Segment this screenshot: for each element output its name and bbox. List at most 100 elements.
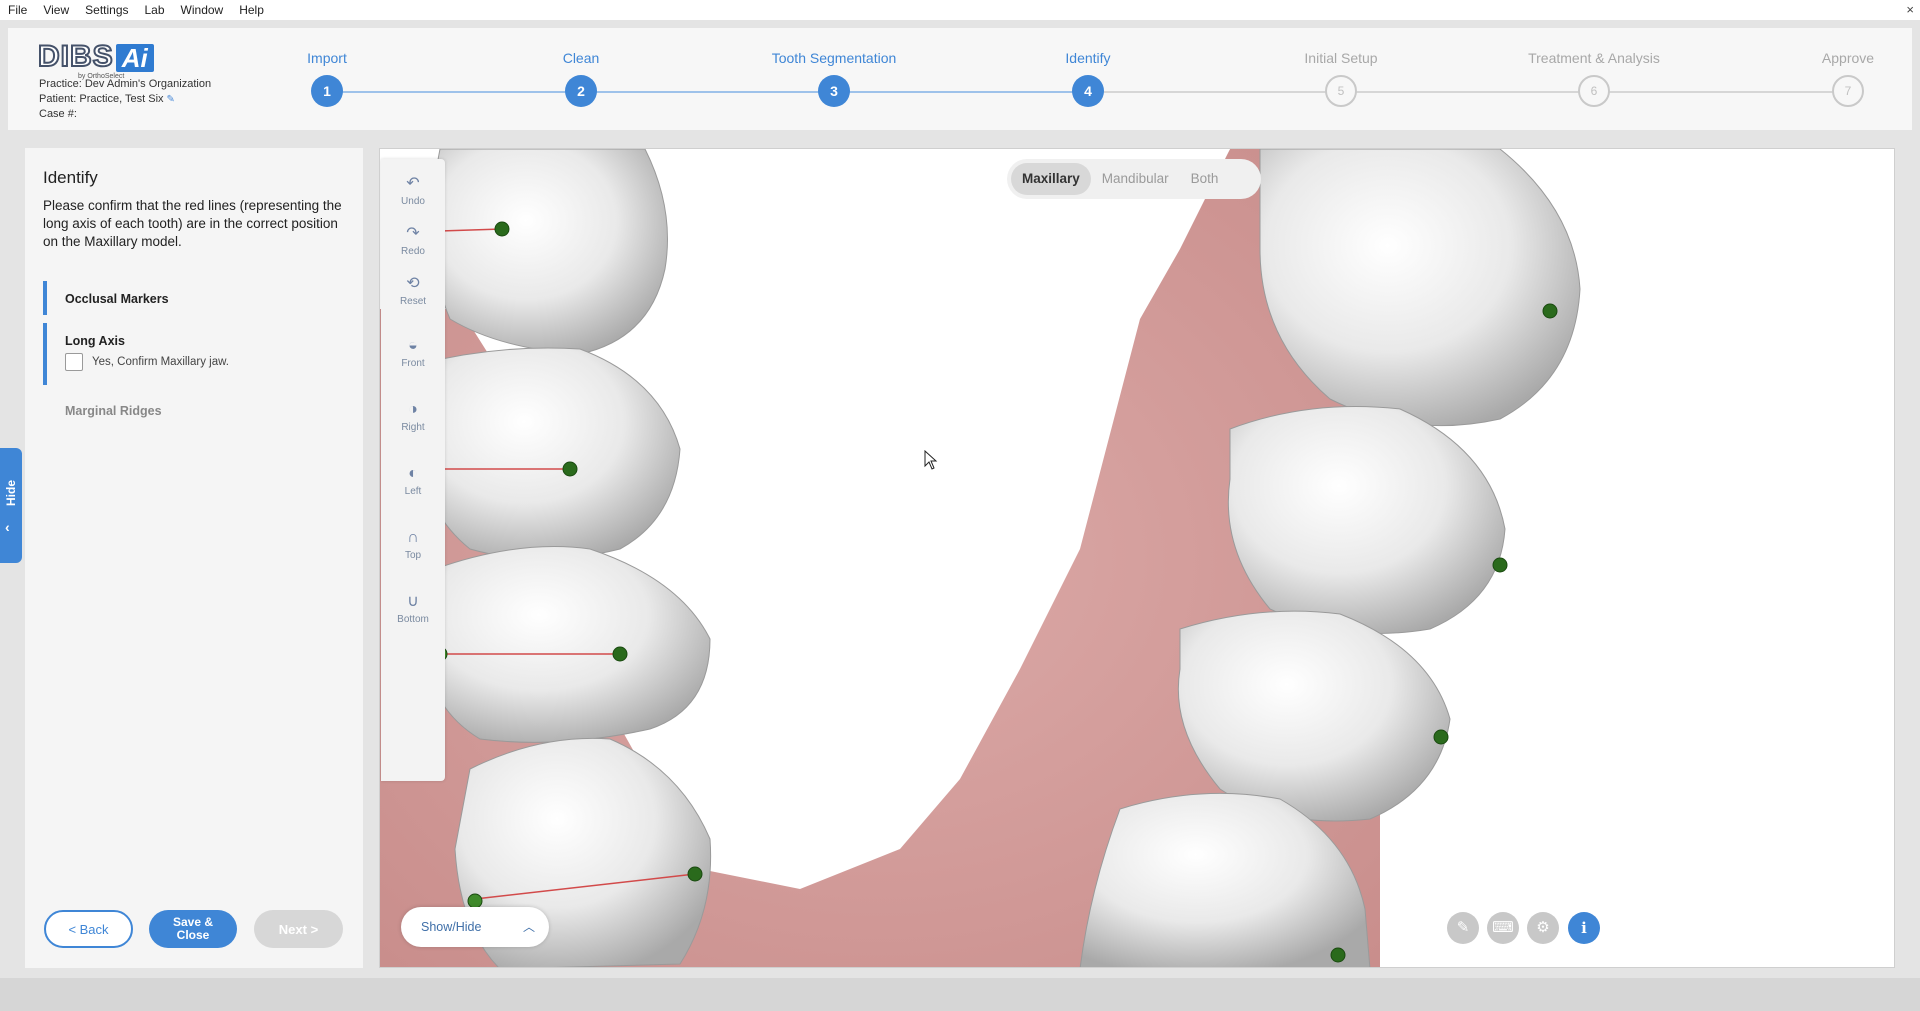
section-title: Long Axis xyxy=(65,334,125,348)
jaw-option-mandibular[interactable]: Mandibular xyxy=(1091,163,1180,195)
step-approve[interactable]: Approve 7 xyxy=(1748,50,1920,107)
menu-settings[interactable]: Settings xyxy=(77,3,136,17)
show-hide-label: Show/Hide xyxy=(421,920,482,934)
menu-lab[interactable]: Lab xyxy=(137,3,173,17)
undo-icon: ↶ xyxy=(406,175,420,192)
save-close-button[interactable]: Save & Close xyxy=(149,910,237,948)
confirm-maxillary-checkbox[interactable]: Yes, Confirm Maxillary jaw. xyxy=(65,353,229,371)
show-hide-button[interactable]: Show/Hide ︿ xyxy=(401,907,549,947)
menubar: File View Settings Lab Window Help × xyxy=(0,0,1920,20)
menu-window[interactable]: Window xyxy=(173,3,232,17)
jaw-toggle: Maxillary Mandibular Both xyxy=(1007,159,1261,199)
right-view-button[interactable]: ◑ Right xyxy=(381,399,445,433)
tooth-right-2 xyxy=(1227,406,1506,634)
reset-button[interactable]: ⟲ Reset xyxy=(381,273,445,307)
step-circle: 6 xyxy=(1578,75,1610,107)
reset-icon: ⟲ xyxy=(406,275,420,292)
tool-label: Front xyxy=(401,358,425,369)
tool-label: Top xyxy=(404,550,422,561)
step-label: Import xyxy=(307,50,347,66)
top-view-button[interactable]: ∩ Top xyxy=(381,527,445,561)
checkbox[interactable] xyxy=(65,353,83,371)
header: DIBS Ai by OrthoSelect Practice: Dev Adm… xyxy=(8,28,1912,130)
front-view-icon: ◒ xyxy=(408,337,418,354)
tool-label: Undo xyxy=(401,196,425,207)
occlusal-marker xyxy=(494,221,510,237)
tool-label: Left xyxy=(404,486,422,497)
hide-label: Hide xyxy=(4,480,18,507)
occlusal-marker xyxy=(467,893,483,909)
bottom-view-icon: ∪ xyxy=(407,593,419,610)
section-indicator xyxy=(43,323,47,385)
section-title: Occlusal Markers xyxy=(65,292,169,306)
tool-label: Redo xyxy=(401,246,425,257)
info-icon[interactable]: i xyxy=(1568,912,1600,944)
menu-help[interactable]: Help xyxy=(231,3,272,17)
step-circle: 5 xyxy=(1325,75,1357,107)
front-view-button[interactable]: ◒ Front xyxy=(381,335,445,369)
occlusal-marker xyxy=(612,646,628,662)
tool-label: Bottom xyxy=(397,614,429,625)
menu-view[interactable]: View xyxy=(35,3,77,17)
redo-icon: ↷ xyxy=(406,225,420,242)
identify-panel: Identify Please confirm that the red lin… xyxy=(25,148,363,968)
tooth-left-1 xyxy=(431,149,668,355)
bottom-view-button[interactable]: ∪ Bottom xyxy=(381,591,445,625)
section-long-axis[interactable]: Long Axis Yes, Confirm Maxillary jaw. xyxy=(43,323,343,385)
3d-viewport[interactable]: ↶ Undo ↷ Redo ⟲ Reset ◒ Front ◑ Right ◐ … xyxy=(379,148,1895,968)
panel-title: Identify xyxy=(43,168,98,187)
jaw-option-maxillary[interactable]: Maxillary xyxy=(1011,163,1091,195)
redo-button[interactable]: ↷ Redo xyxy=(381,223,445,257)
step-identify[interactable]: Identify 4 xyxy=(988,50,1188,107)
step-circle: 2 xyxy=(565,75,597,107)
gear-icon[interactable]: ⚙ xyxy=(1527,912,1559,944)
occlusal-marker xyxy=(1492,557,1508,573)
next-button[interactable]: Next > xyxy=(254,910,343,948)
undo-button[interactable]: ↶ Undo xyxy=(381,173,445,207)
step-label: Identify xyxy=(1065,50,1111,66)
status-strip xyxy=(0,978,1920,1011)
notes-icon[interactable]: ✎ xyxy=(1447,912,1479,944)
step-label: Treatment & Analysis xyxy=(1528,50,1660,66)
step-circle: 3 xyxy=(818,75,850,107)
step-clean[interactable]: Clean 2 xyxy=(481,50,681,107)
menu-file[interactable]: File xyxy=(0,3,35,17)
view-toolbar: ↶ Undo ↷ Redo ⟲ Reset ◒ Front ◑ Right ◐ … xyxy=(381,159,445,781)
section-occlusal-markers[interactable]: Occlusal Markers xyxy=(43,281,343,315)
dental-model[interactable] xyxy=(380,149,1895,968)
workflow-stepper: Import 1 Clean 2 Tooth Segmentation 3 Id… xyxy=(8,28,1912,130)
top-view-icon: ∩ xyxy=(407,529,419,546)
left-view-button[interactable]: ◐ Left xyxy=(381,463,445,497)
mouse-cursor-icon xyxy=(924,450,938,470)
window-close-button[interactable]: × xyxy=(1906,2,1914,17)
step-treatment-analysis[interactable]: Treatment & Analysis 6 xyxy=(1494,50,1694,107)
occlusal-marker xyxy=(562,461,578,477)
step-import[interactable]: Import 1 xyxy=(227,50,427,107)
step-label: Initial Setup xyxy=(1304,50,1378,66)
step-circle: 7 xyxy=(1832,75,1864,107)
keyboard-icon[interactable]: ⌨ xyxy=(1487,912,1519,944)
tool-label: Reset xyxy=(399,296,427,307)
step-tooth-segmentation[interactable]: Tooth Segmentation 3 xyxy=(734,50,934,107)
chevron-up-icon: ︿ xyxy=(522,920,535,934)
chevron-left-icon: ‹ xyxy=(5,519,10,535)
step-line-pending xyxy=(1088,91,1848,93)
occlusal-marker xyxy=(687,866,703,882)
step-circle: 1 xyxy=(311,75,343,107)
jaw-option-both[interactable]: Both xyxy=(1180,163,1230,195)
step-label: Approve xyxy=(1821,50,1875,66)
hide-panel-tab[interactable]: Hide ‹ xyxy=(0,448,22,563)
right-view-icon: ◑ xyxy=(408,401,418,418)
back-button[interactable]: < Back xyxy=(44,910,133,948)
occlusal-marker xyxy=(1433,729,1449,745)
step-label: Tooth Segmentation xyxy=(771,50,897,66)
step-circle: 4 xyxy=(1072,75,1104,107)
step-initial-setup[interactable]: Initial Setup 5 xyxy=(1241,50,1441,107)
checkbox-label: Yes, Confirm Maxillary jaw. xyxy=(92,356,229,368)
tool-label: Right xyxy=(401,422,425,433)
step-label: Clean xyxy=(562,50,600,66)
panel-instructions: Please confirm that the red lines (repre… xyxy=(43,198,342,249)
section-marginal-ridges[interactable]: Marginal Ridges xyxy=(43,393,343,423)
occlusal-marker xyxy=(1330,947,1346,963)
occlusal-marker xyxy=(1542,303,1558,319)
